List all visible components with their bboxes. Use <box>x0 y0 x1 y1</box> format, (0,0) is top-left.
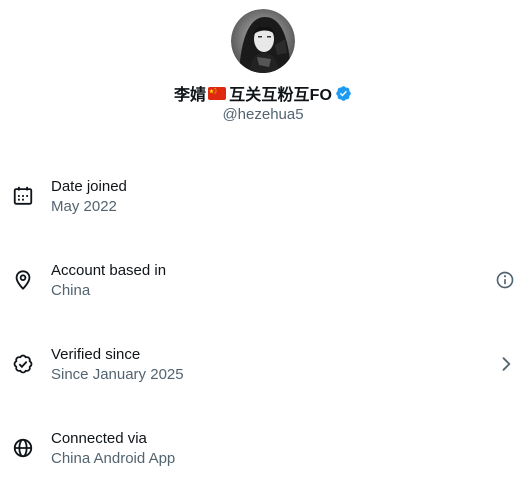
handle: @hezehua5 <box>222 106 304 123</box>
date-joined-value: May 2022 <box>51 198 117 215</box>
connected-via-value: China Android App <box>51 450 176 467</box>
display-name-row: 李婧 互关互粉互FO <box>0 82 520 104</box>
china-flag-icon <box>208 86 227 100</box>
info-icon[interactable] <box>495 270 515 290</box>
date-joined-label: Date joined <box>51 178 127 195</box>
connected-via-row: Connected via China Android App <box>0 418 520 478</box>
chevron-right-icon[interactable] <box>496 354 516 374</box>
verified-since-label: Verified since <box>51 346 141 363</box>
display-name-suffix: 互关互粉互FO <box>229 87 333 104</box>
verified-badge-icon <box>13 354 33 374</box>
verified-since-row[interactable]: Verified since Since January 2025 <box>0 334 520 394</box>
location-pin-icon <box>15 270 31 290</box>
account-info-page: 李婧 互关互粉互FO @hezehua5 Date joined May 202… <box>0 0 520 495</box>
calendar-icon <box>13 186 33 205</box>
verified-badge-icon <box>336 85 351 101</box>
date-joined-row: Date joined May 2022 <box>0 166 520 226</box>
display-name-prefix: 李婧 <box>173 87 207 104</box>
verified-since-value: Since January 2025 <box>51 366 184 383</box>
account-based-in-row: Account based in China <box>0 250 520 310</box>
globe-icon <box>13 438 33 458</box>
connected-via-label: Connected via <box>51 430 147 447</box>
account-based-in-value: China <box>51 282 91 299</box>
account-based-in-label: Account based in <box>51 262 167 279</box>
avatar[interactable] <box>231 9 295 73</box>
